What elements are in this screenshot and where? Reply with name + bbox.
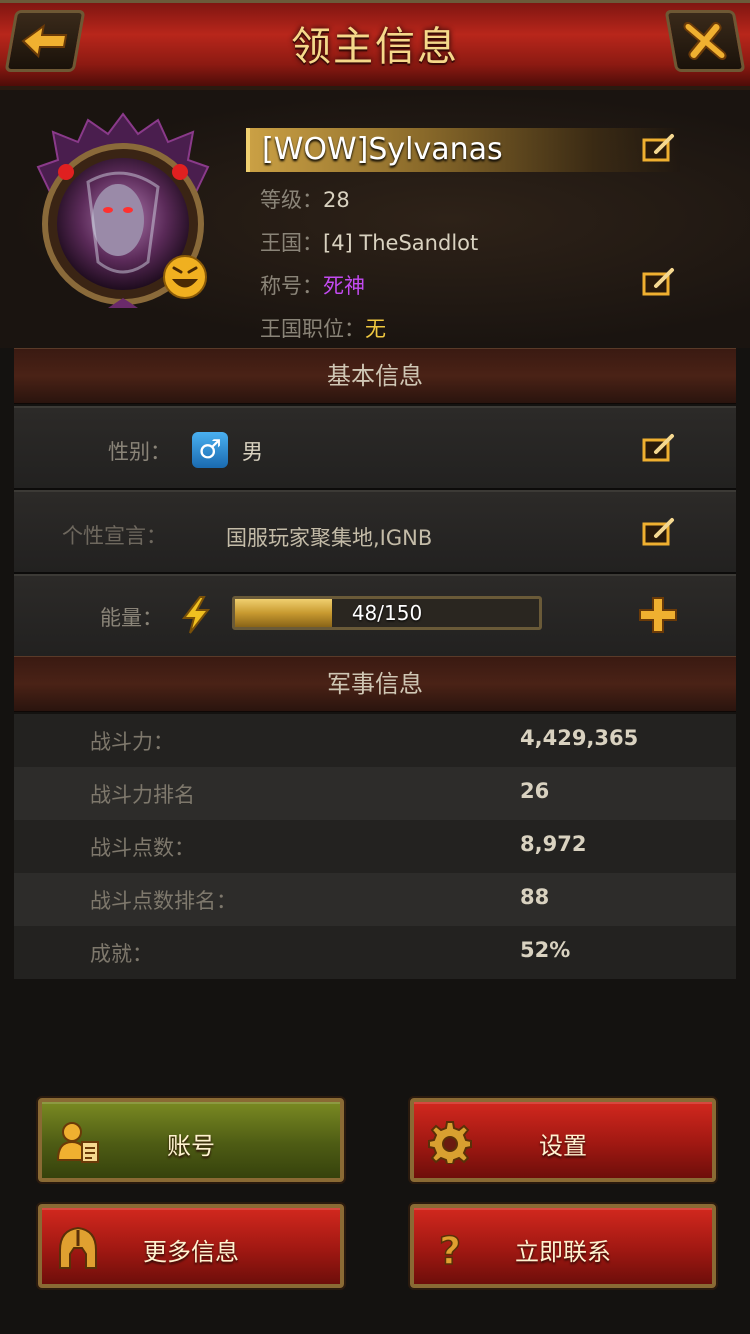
edit-name-icon[interactable] xyxy=(642,132,676,162)
account-button-label: 账号 xyxy=(167,1132,215,1160)
kingdom-value: [4] TheSandlot xyxy=(323,231,479,255)
contact-button[interactable]: ? 立即联系 xyxy=(410,1204,716,1288)
player-name: [WOW]Sylvanas xyxy=(262,132,503,167)
player-name-bar: [WOW]Sylvanas xyxy=(246,128,680,172)
stat-label: 战斗力排名 xyxy=(90,783,195,807)
account-button[interactable]: 账号 xyxy=(38,1098,344,1182)
stat-value: 8,972 xyxy=(520,832,587,856)
energy-bar: 48/150 xyxy=(232,596,542,630)
contact-button-label: 立即联系 xyxy=(515,1238,611,1266)
level-value: 28 xyxy=(323,188,350,212)
motto-row: 个性宣言： 国服玩家聚集地,IGNB xyxy=(14,490,736,574)
edit-title-icon[interactable] xyxy=(642,266,676,296)
settings-button[interactable]: 设置 xyxy=(410,1098,716,1182)
table-row: 成就： 52% xyxy=(14,926,736,979)
kingdom-label: 王国： xyxy=(260,231,323,255)
position-value: 无 xyxy=(365,317,386,341)
motto-value: 国服玩家聚集地,IGNB xyxy=(226,526,433,550)
level-row: 等级：28 xyxy=(260,184,350,214)
basic-info-header: 基本信息 xyxy=(14,348,736,404)
title-row: 称号：死神 xyxy=(260,270,365,300)
page-title: 领主信息 xyxy=(291,24,459,70)
close-icon xyxy=(683,22,727,60)
settings-button-label: 设置 xyxy=(539,1132,587,1160)
title-label: 称号： xyxy=(260,274,323,298)
kingdom-row: 王国：[4] TheSandlot xyxy=(260,227,478,257)
stat-label: 战斗点数： xyxy=(90,836,195,860)
male-gender-icon: ♂ xyxy=(192,432,228,468)
stat-value: 52% xyxy=(520,938,571,962)
stat-value: 88 xyxy=(520,885,550,909)
table-row: 战斗力： 4,429,365 xyxy=(14,714,736,767)
stat-label: 成就： xyxy=(90,942,153,966)
more-info-button-label: 更多信息 xyxy=(143,1238,239,1266)
more-info-button[interactable]: 更多信息 xyxy=(38,1204,344,1288)
position-row: 王国职位：无 xyxy=(260,313,386,343)
energy-label: 能量： xyxy=(100,606,163,630)
gender-row: 性别： ♂ 男 xyxy=(14,406,736,490)
table-row: 战斗力排名 26 xyxy=(14,767,736,820)
military-info-header: 军事信息 xyxy=(14,656,736,712)
energy-row: 能量： 48/150 xyxy=(14,574,736,658)
header-bar: 领主信息 xyxy=(0,0,750,90)
title-value: 死神 xyxy=(323,274,365,298)
table-row: 战斗点数排名： 88 xyxy=(14,873,736,926)
position-label: 王国职位： xyxy=(260,317,365,341)
lightning-icon xyxy=(181,596,211,634)
close-button[interactable] xyxy=(664,10,746,72)
table-row: 战斗点数： 8,972 xyxy=(14,820,736,873)
gender-label: 性别： xyxy=(108,440,171,464)
energy-value-text: 48/150 xyxy=(351,601,423,625)
stat-label: 战斗点数排名： xyxy=(90,889,237,913)
add-energy-button[interactable] xyxy=(638,596,678,634)
motto-label: 个性宣言： xyxy=(62,524,167,548)
profile-panel: [WOW]Sylvanas 等级：28 王国：[4] TheSandlot 称号… xyxy=(0,90,750,348)
stat-value: 26 xyxy=(520,779,550,803)
stat-value: 4,429,365 xyxy=(520,726,639,750)
edit-gender-icon[interactable] xyxy=(642,432,676,462)
smiley-emoji-icon xyxy=(163,255,207,299)
plus-icon xyxy=(639,597,677,633)
level-label: 等级： xyxy=(260,188,323,212)
edit-motto-icon[interactable] xyxy=(642,516,676,546)
stat-label: 战斗力： xyxy=(90,730,174,754)
avatar[interactable] xyxy=(28,112,218,312)
gender-value: 男 xyxy=(242,440,263,464)
